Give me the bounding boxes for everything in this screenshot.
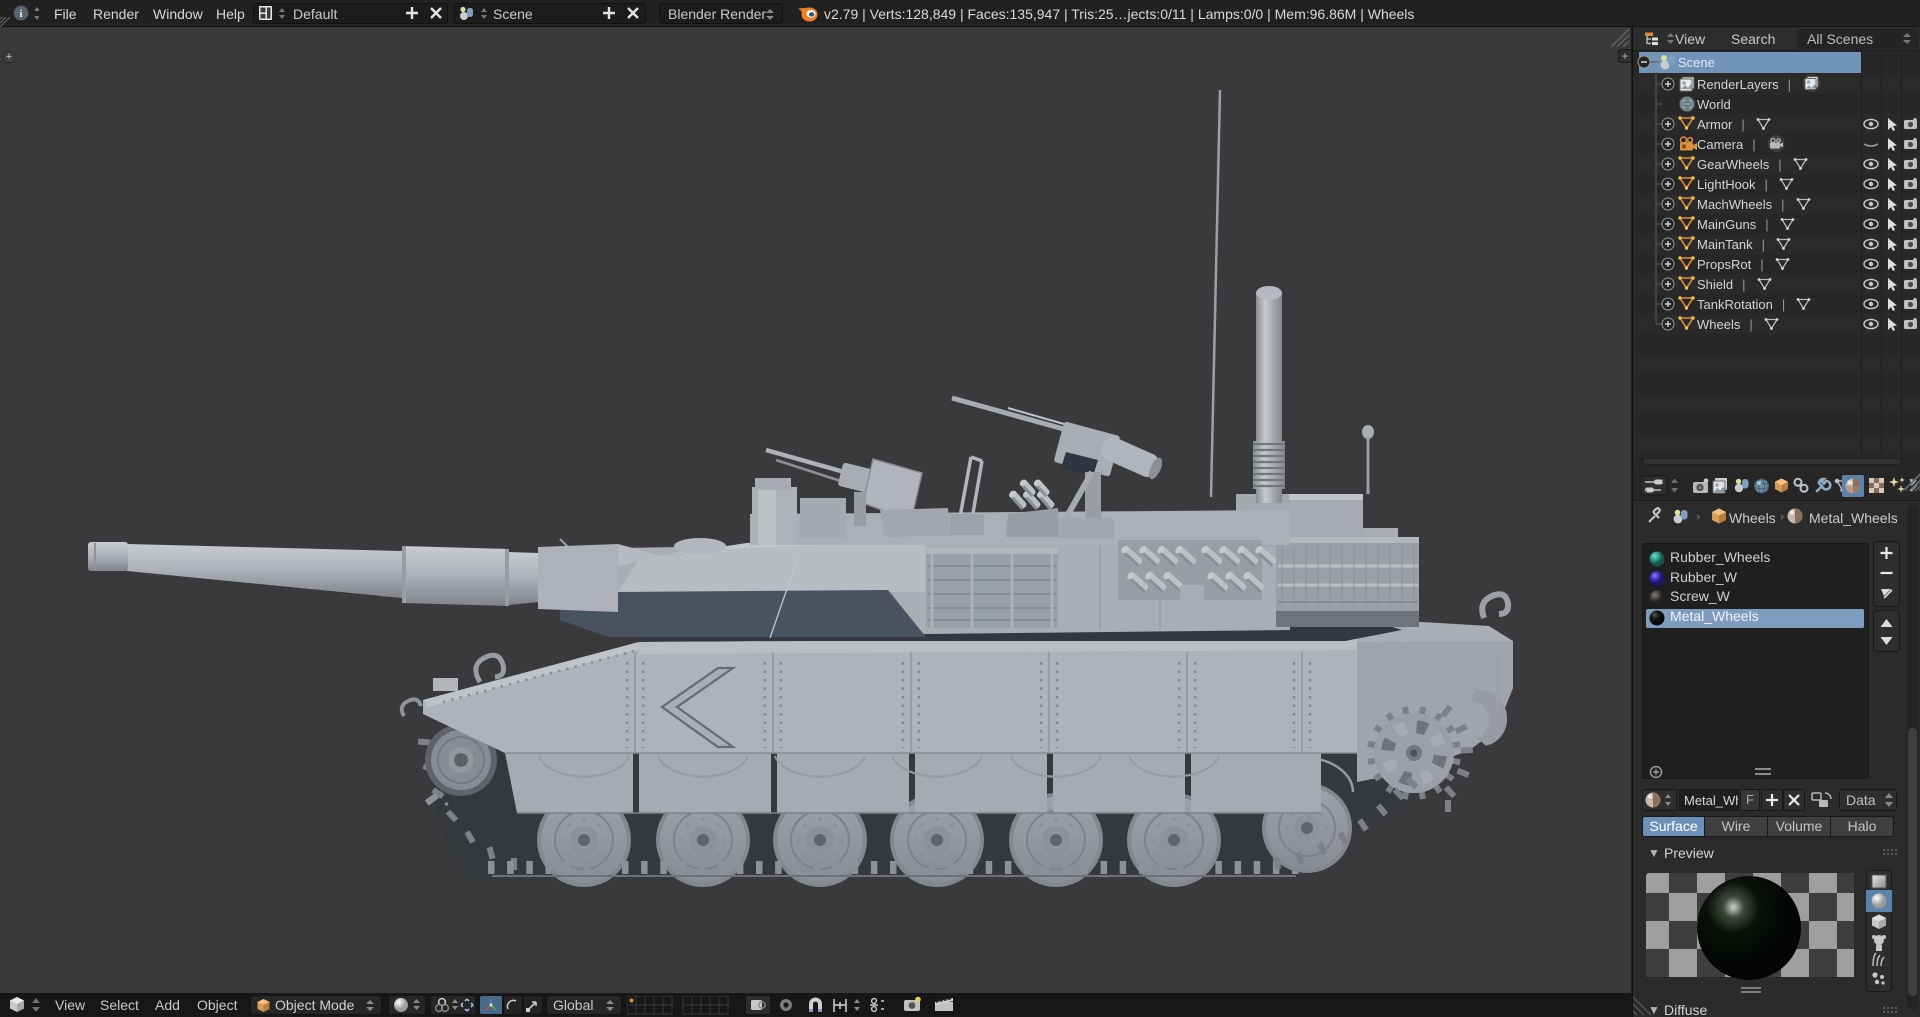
svg-text:i: i <box>19 8 22 20</box>
